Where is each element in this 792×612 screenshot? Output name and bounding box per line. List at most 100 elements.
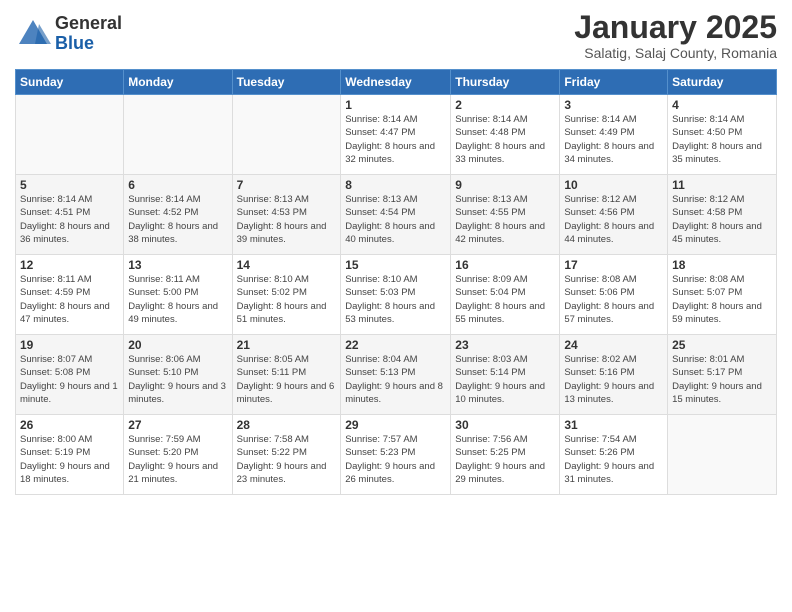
day-number: 19 bbox=[20, 338, 119, 352]
day-number: 2 bbox=[455, 98, 555, 112]
calendar-header-row: Sunday Monday Tuesday Wednesday Thursday… bbox=[16, 70, 777, 95]
day-info: Sunrise: 8:13 AM Sunset: 4:55 PM Dayligh… bbox=[455, 193, 555, 246]
logo-blue: Blue bbox=[55, 34, 122, 54]
day-cell: 27Sunrise: 7:59 AM Sunset: 5:20 PM Dayli… bbox=[124, 415, 232, 495]
logo-icon bbox=[15, 16, 51, 52]
day-info: Sunrise: 7:58 AM Sunset: 5:22 PM Dayligh… bbox=[237, 433, 337, 486]
day-number: 7 bbox=[237, 178, 337, 192]
day-info: Sunrise: 7:57 AM Sunset: 5:23 PM Dayligh… bbox=[345, 433, 446, 486]
day-number: 25 bbox=[672, 338, 772, 352]
day-number: 26 bbox=[20, 418, 119, 432]
week-row-5: 26Sunrise: 8:00 AM Sunset: 5:19 PM Dayli… bbox=[16, 415, 777, 495]
day-number: 10 bbox=[564, 178, 663, 192]
col-sunday: Sunday bbox=[16, 70, 124, 95]
day-cell: 26Sunrise: 8:00 AM Sunset: 5:19 PM Dayli… bbox=[16, 415, 124, 495]
calendar-table: Sunday Monday Tuesday Wednesday Thursday… bbox=[15, 69, 777, 495]
page: General Blue January 2025 Salatig, Salaj… bbox=[0, 0, 792, 612]
day-number: 9 bbox=[455, 178, 555, 192]
logo: General Blue bbox=[15, 14, 122, 54]
day-info: Sunrise: 8:14 AM Sunset: 4:47 PM Dayligh… bbox=[345, 113, 446, 166]
day-number: 12 bbox=[20, 258, 119, 272]
day-info: Sunrise: 8:08 AM Sunset: 5:06 PM Dayligh… bbox=[564, 273, 663, 326]
title-block: January 2025 Salatig, Salaj County, Roma… bbox=[574, 10, 777, 61]
day-cell: 21Sunrise: 8:05 AM Sunset: 5:11 PM Dayli… bbox=[232, 335, 341, 415]
day-info: Sunrise: 7:54 AM Sunset: 5:26 PM Dayligh… bbox=[564, 433, 663, 486]
day-info: Sunrise: 8:00 AM Sunset: 5:19 PM Dayligh… bbox=[20, 433, 119, 486]
day-number: 21 bbox=[237, 338, 337, 352]
day-cell: 15Sunrise: 8:10 AM Sunset: 5:03 PM Dayli… bbox=[341, 255, 451, 335]
day-cell: 14Sunrise: 8:10 AM Sunset: 5:02 PM Dayli… bbox=[232, 255, 341, 335]
day-cell: 2Sunrise: 8:14 AM Sunset: 4:48 PM Daylig… bbox=[451, 95, 560, 175]
week-row-3: 12Sunrise: 8:11 AM Sunset: 4:59 PM Dayli… bbox=[16, 255, 777, 335]
day-info: Sunrise: 8:13 AM Sunset: 4:54 PM Dayligh… bbox=[345, 193, 446, 246]
day-info: Sunrise: 8:09 AM Sunset: 5:04 PM Dayligh… bbox=[455, 273, 555, 326]
day-number: 8 bbox=[345, 178, 446, 192]
day-number: 29 bbox=[345, 418, 446, 432]
day-cell bbox=[668, 415, 777, 495]
week-row-4: 19Sunrise: 8:07 AM Sunset: 5:08 PM Dayli… bbox=[16, 335, 777, 415]
day-number: 3 bbox=[564, 98, 663, 112]
day-cell: 31Sunrise: 7:54 AM Sunset: 5:26 PM Dayli… bbox=[560, 415, 668, 495]
day-cell: 23Sunrise: 8:03 AM Sunset: 5:14 PM Dayli… bbox=[451, 335, 560, 415]
day-cell: 19Sunrise: 8:07 AM Sunset: 5:08 PM Dayli… bbox=[16, 335, 124, 415]
day-info: Sunrise: 8:10 AM Sunset: 5:02 PM Dayligh… bbox=[237, 273, 337, 326]
day-cell: 30Sunrise: 7:56 AM Sunset: 5:25 PM Dayli… bbox=[451, 415, 560, 495]
week-row-1: 1Sunrise: 8:14 AM Sunset: 4:47 PM Daylig… bbox=[16, 95, 777, 175]
day-info: Sunrise: 8:14 AM Sunset: 4:50 PM Dayligh… bbox=[672, 113, 772, 166]
day-cell: 12Sunrise: 8:11 AM Sunset: 4:59 PM Dayli… bbox=[16, 255, 124, 335]
day-number: 27 bbox=[128, 418, 227, 432]
day-cell: 25Sunrise: 8:01 AM Sunset: 5:17 PM Dayli… bbox=[668, 335, 777, 415]
day-cell bbox=[232, 95, 341, 175]
day-info: Sunrise: 8:12 AM Sunset: 4:58 PM Dayligh… bbox=[672, 193, 772, 246]
calendar-subtitle: Salatig, Salaj County, Romania bbox=[574, 45, 777, 61]
col-saturday: Saturday bbox=[668, 70, 777, 95]
day-cell: 10Sunrise: 8:12 AM Sunset: 4:56 PM Dayli… bbox=[560, 175, 668, 255]
day-cell: 1Sunrise: 8:14 AM Sunset: 4:47 PM Daylig… bbox=[341, 95, 451, 175]
day-cell: 3Sunrise: 8:14 AM Sunset: 4:49 PM Daylig… bbox=[560, 95, 668, 175]
col-friday: Friday bbox=[560, 70, 668, 95]
day-number: 20 bbox=[128, 338, 227, 352]
day-cell: 16Sunrise: 8:09 AM Sunset: 5:04 PM Dayli… bbox=[451, 255, 560, 335]
day-cell: 13Sunrise: 8:11 AM Sunset: 5:00 PM Dayli… bbox=[124, 255, 232, 335]
day-number: 24 bbox=[564, 338, 663, 352]
day-number: 14 bbox=[237, 258, 337, 272]
day-cell: 18Sunrise: 8:08 AM Sunset: 5:07 PM Dayli… bbox=[668, 255, 777, 335]
calendar-body: 1Sunrise: 8:14 AM Sunset: 4:47 PM Daylig… bbox=[16, 95, 777, 495]
day-cell: 9Sunrise: 8:13 AM Sunset: 4:55 PM Daylig… bbox=[451, 175, 560, 255]
logo-general: General bbox=[55, 14, 122, 34]
day-info: Sunrise: 7:56 AM Sunset: 5:25 PM Dayligh… bbox=[455, 433, 555, 486]
day-info: Sunrise: 8:02 AM Sunset: 5:16 PM Dayligh… bbox=[564, 353, 663, 406]
day-number: 16 bbox=[455, 258, 555, 272]
day-info: Sunrise: 8:06 AM Sunset: 5:10 PM Dayligh… bbox=[128, 353, 227, 406]
day-info: Sunrise: 8:01 AM Sunset: 5:17 PM Dayligh… bbox=[672, 353, 772, 406]
calendar-title: January 2025 bbox=[574, 10, 777, 45]
day-cell: 29Sunrise: 7:57 AM Sunset: 5:23 PM Dayli… bbox=[341, 415, 451, 495]
day-info: Sunrise: 8:05 AM Sunset: 5:11 PM Dayligh… bbox=[237, 353, 337, 406]
day-number: 13 bbox=[128, 258, 227, 272]
day-cell: 7Sunrise: 8:13 AM Sunset: 4:53 PM Daylig… bbox=[232, 175, 341, 255]
day-number: 11 bbox=[672, 178, 772, 192]
col-wednesday: Wednesday bbox=[341, 70, 451, 95]
day-cell: 6Sunrise: 8:14 AM Sunset: 4:52 PM Daylig… bbox=[124, 175, 232, 255]
day-info: Sunrise: 8:14 AM Sunset: 4:49 PM Dayligh… bbox=[564, 113, 663, 166]
day-cell bbox=[124, 95, 232, 175]
col-tuesday: Tuesday bbox=[232, 70, 341, 95]
day-number: 31 bbox=[564, 418, 663, 432]
day-number: 23 bbox=[455, 338, 555, 352]
day-info: Sunrise: 8:13 AM Sunset: 4:53 PM Dayligh… bbox=[237, 193, 337, 246]
day-cell: 5Sunrise: 8:14 AM Sunset: 4:51 PM Daylig… bbox=[16, 175, 124, 255]
day-number: 17 bbox=[564, 258, 663, 272]
day-info: Sunrise: 8:08 AM Sunset: 5:07 PM Dayligh… bbox=[672, 273, 772, 326]
day-info: Sunrise: 8:11 AM Sunset: 4:59 PM Dayligh… bbox=[20, 273, 119, 326]
day-number: 30 bbox=[455, 418, 555, 432]
day-info: Sunrise: 8:14 AM Sunset: 4:48 PM Dayligh… bbox=[455, 113, 555, 166]
day-info: Sunrise: 8:14 AM Sunset: 4:52 PM Dayligh… bbox=[128, 193, 227, 246]
day-number: 18 bbox=[672, 258, 772, 272]
col-monday: Monday bbox=[124, 70, 232, 95]
day-cell: 20Sunrise: 8:06 AM Sunset: 5:10 PM Dayli… bbox=[124, 335, 232, 415]
header: General Blue January 2025 Salatig, Salaj… bbox=[15, 10, 777, 61]
day-cell bbox=[16, 95, 124, 175]
day-cell: 17Sunrise: 8:08 AM Sunset: 5:06 PM Dayli… bbox=[560, 255, 668, 335]
logo-text: General Blue bbox=[55, 14, 122, 54]
day-info: Sunrise: 8:07 AM Sunset: 5:08 PM Dayligh… bbox=[20, 353, 119, 406]
